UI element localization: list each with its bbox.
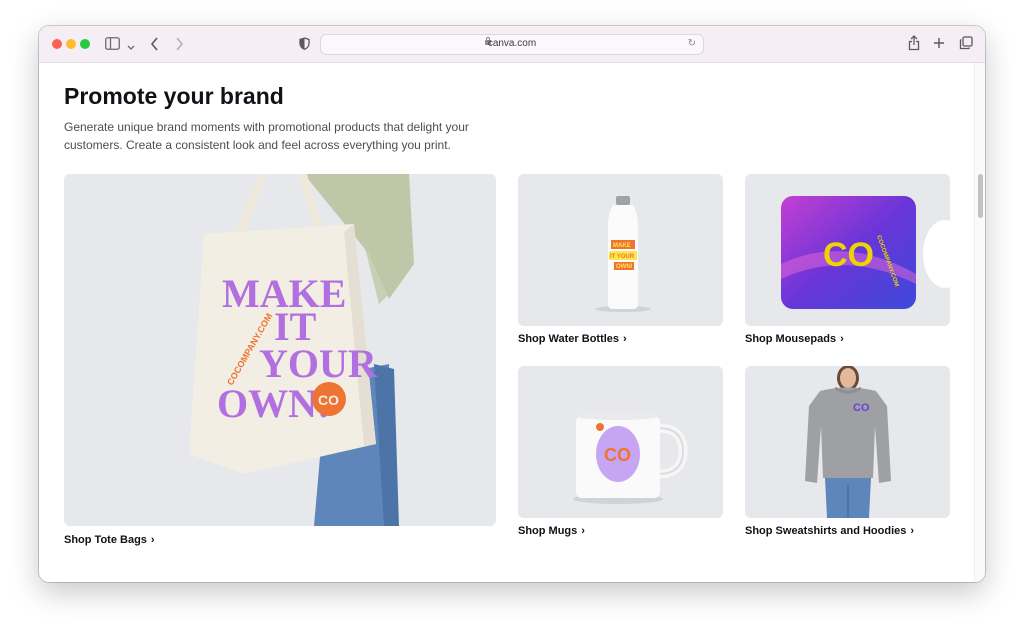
chevron-right-icon: › <box>581 525 585 537</box>
privacy-shield-icon[interactable] <box>299 37 310 52</box>
scrollbar-track[interactable] <box>974 63 985 582</box>
bottle-text-line-3: OWN! <box>616 264 633 270</box>
mousepad-card[interactable]: CO COCOMPANY.COM <box>745 174 950 326</box>
shop-water-bottles-label: Shop Water Bottles <box>518 333 620 345</box>
shop-sweatshirts-link[interactable]: Shop Sweatshirts and Hoodies › <box>745 525 914 537</box>
sweatshirt-logo: CO <box>853 402 870 414</box>
new-tab-icon[interactable] <box>933 37 945 51</box>
tote-logo: CO <box>318 392 339 408</box>
scrollbar-thumb[interactable] <box>978 174 983 218</box>
sidebar-toggle-icon[interactable] <box>105 37 120 52</box>
shop-mugs-link[interactable]: Shop Mugs › <box>518 525 585 537</box>
tab-overview-icon[interactable] <box>959 36 973 52</box>
chevron-right-icon: › <box>623 333 627 345</box>
sweatshirt-image: CO <box>745 366 950 518</box>
chevron-right-icon: › <box>150 534 155 546</box>
mousepad-image: CO COCOMPANY.COM <box>745 174 950 326</box>
shop-sweatshirts-label: Shop Sweatshirts and Hoodies <box>745 525 907 537</box>
mug-card[interactable]: CO <box>518 366 723 518</box>
tote-bag-card[interactable]: MAKE IT YOUR OWN! COCOMPANY.COM CO <box>64 174 496 526</box>
minimize-window-button[interactable] <box>66 39 76 49</box>
browser-toolbar: canva.com ↻ <box>39 26 985 63</box>
shop-tote-bags-link[interactable]: Shop Tote Bags › <box>64 534 155 546</box>
address-bar-url: canva.com <box>487 38 537 49</box>
bottle-text-line-1: MAKE <box>613 243 631 249</box>
shop-mugs-label: Shop Mugs <box>518 525 578 537</box>
water-bottle-card[interactable]: MAKE IT YOUR OWN! <box>518 174 723 326</box>
share-icon[interactable] <box>908 35 920 53</box>
mug-image: CO <box>518 366 723 518</box>
water-bottle-image: MAKE IT YOUR OWN! <box>518 174 723 326</box>
shop-water-bottles-link[interactable]: Shop Water Bottles › <box>518 333 627 345</box>
chevron-right-icon: › <box>910 525 915 537</box>
tote-text-line-3: YOUR <box>259 341 378 386</box>
chevron-down-icon[interactable] <box>127 39 135 53</box>
page-content: Promote your brand Generate unique brand… <box>39 63 985 582</box>
chevron-right-icon: › <box>840 333 844 345</box>
close-window-button[interactable] <box>52 39 62 49</box>
section-description: Generate unique brand moments with promo… <box>64 120 469 152</box>
reload-icon[interactable]: ↻ <box>688 38 696 49</box>
mug-logo: CO <box>604 445 631 465</box>
forward-icon[interactable] <box>175 37 184 53</box>
sweatshirt-card[interactable]: CO <box>745 366 950 518</box>
tote-bag-image: MAKE IT YOUR OWN! COCOMPANY.COM CO <box>64 174 496 526</box>
browser-window: canva.com ↻ Promote your brand Generate … <box>39 26 985 582</box>
mousepad-logo: CO <box>823 236 874 274</box>
address-bar[interactable]: canva.com ↻ <box>320 34 704 55</box>
shop-mousepads-link[interactable]: Shop Mousepads › <box>745 333 844 345</box>
zoom-window-button[interactable] <box>80 39 90 49</box>
back-icon[interactable] <box>150 37 159 53</box>
section-title: Promote your brand <box>64 83 284 109</box>
shop-tote-bags-label: Shop Tote Bags <box>64 534 147 546</box>
bottle-text-line-2: IT YOUR <box>610 254 635 260</box>
shop-mousepads-label: Shop Mousepads <box>745 333 837 345</box>
